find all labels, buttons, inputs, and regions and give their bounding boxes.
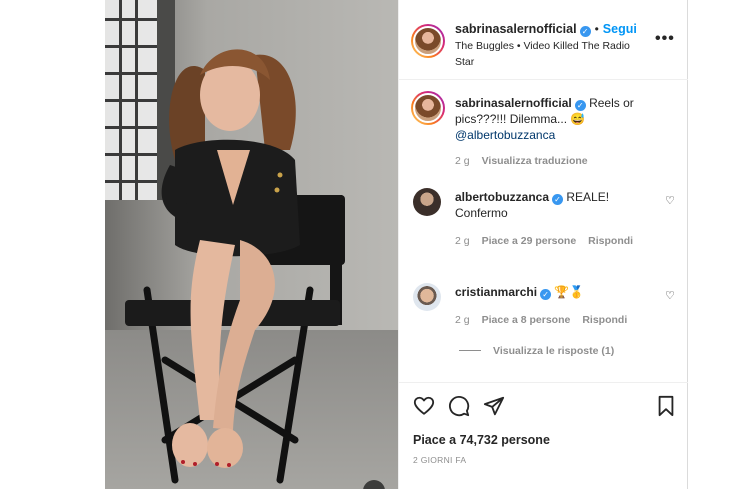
- translate-button[interactable]: Visualizza traduzione: [482, 155, 588, 167]
- view-replies-button[interactable]: Visualizza le risposte (1): [459, 345, 614, 357]
- comment-username[interactable]: cristianmarchi: [455, 285, 537, 299]
- caption-text: sabrinasalernofficial ✓ Reels or pics???!…: [455, 95, 645, 143]
- replies-line: [459, 350, 481, 351]
- caption-avatar[interactable]: [411, 91, 445, 125]
- comment-body: 🏆🥇: [554, 285, 585, 299]
- likes-count[interactable]: Piace a 74,732 persone: [413, 433, 550, 447]
- separator-dot: •: [594, 22, 599, 36]
- left-margin: [0, 0, 105, 489]
- comment-icon[interactable]: [448, 395, 470, 417]
- video-frame-illustration: [105, 0, 398, 489]
- post-header: sabrinasalernofficial ✓ • Segui The Buggles…: [399, 0, 689, 80]
- caption-username[interactable]: sabrinasalernofficial: [455, 96, 572, 110]
- comments-list[interactable]: sabrinasalernofficial ✓ Reels or pics???!…: [399, 81, 689, 381]
- comment-age: 2 g: [455, 314, 470, 326]
- post-media-video[interactable]: [105, 0, 398, 489]
- reply-button[interactable]: Rispondi: [588, 235, 633, 247]
- comment-avatar[interactable]: [413, 283, 441, 311]
- reply-button[interactable]: Rispondi: [582, 314, 627, 326]
- comment-username[interactable]: albertobuzzanca: [455, 190, 549, 204]
- instagram-post-embed: sabrinasalernofficial ✓ • Segui The Buggles…: [0, 0, 750, 489]
- verified-icon: ✓: [579, 26, 591, 37]
- post-actions: Piace a 74,732 persone 2 GIORNI FA: [399, 382, 689, 489]
- comment-meta: 2 g Piace a 8 persone Rispondi: [455, 314, 627, 326]
- comment-age: 2 g: [455, 235, 470, 247]
- comment-likes-link[interactable]: Piace a 29 persone: [482, 235, 577, 247]
- more-icon[interactable]: •••: [655, 30, 675, 48]
- caption-age: 2 g: [455, 155, 470, 167]
- post-date[interactable]: 2 GIORNI FA: [413, 455, 466, 465]
- caption-mention[interactable]: @albertobuzzanca: [455, 128, 555, 142]
- post-side-panel: sabrinasalernofficial ✓ • Segui The Buggles…: [398, 0, 689, 489]
- comment-text: albertobuzzanca ✓ REALE! Confermo: [455, 189, 645, 221]
- comment-meta: 2 g Piace a 29 persone Rispondi: [455, 235, 633, 247]
- share-icon[interactable]: [483, 395, 505, 417]
- author-avatar[interactable]: [411, 24, 445, 58]
- caption-meta: 2 g Visualizza traduzione: [455, 155, 588, 167]
- heart-icon[interactable]: [413, 395, 435, 417]
- audio-track-link[interactable]: The Buggles • Video Killed The Radio Sta…: [455, 38, 645, 70]
- verified-icon: ✓: [574, 100, 586, 111]
- comment-like-heart-icon[interactable]: ♡: [665, 194, 675, 207]
- follow-button[interactable]: Segui: [603, 22, 637, 36]
- right-margin: [688, 0, 750, 489]
- verified-icon: ✓: [540, 289, 552, 300]
- verified-icon: ✓: [552, 194, 564, 205]
- bookmark-icon[interactable]: [655, 395, 677, 417]
- comment-text: cristianmarchi ✓ 🏆🥇: [455, 284, 645, 300]
- comment-avatar[interactable]: [413, 188, 441, 216]
- comment-likes-link[interactable]: Piace a 8 persone: [482, 314, 571, 326]
- comment-like-heart-icon[interactable]: ♡: [665, 289, 675, 302]
- replies-label: Visualizza le risposte (1): [493, 345, 615, 357]
- author-username[interactable]: sabrinasalernofficial: [455, 22, 577, 36]
- author-line: sabrinasalernofficial ✓ • Segui: [455, 20, 637, 38]
